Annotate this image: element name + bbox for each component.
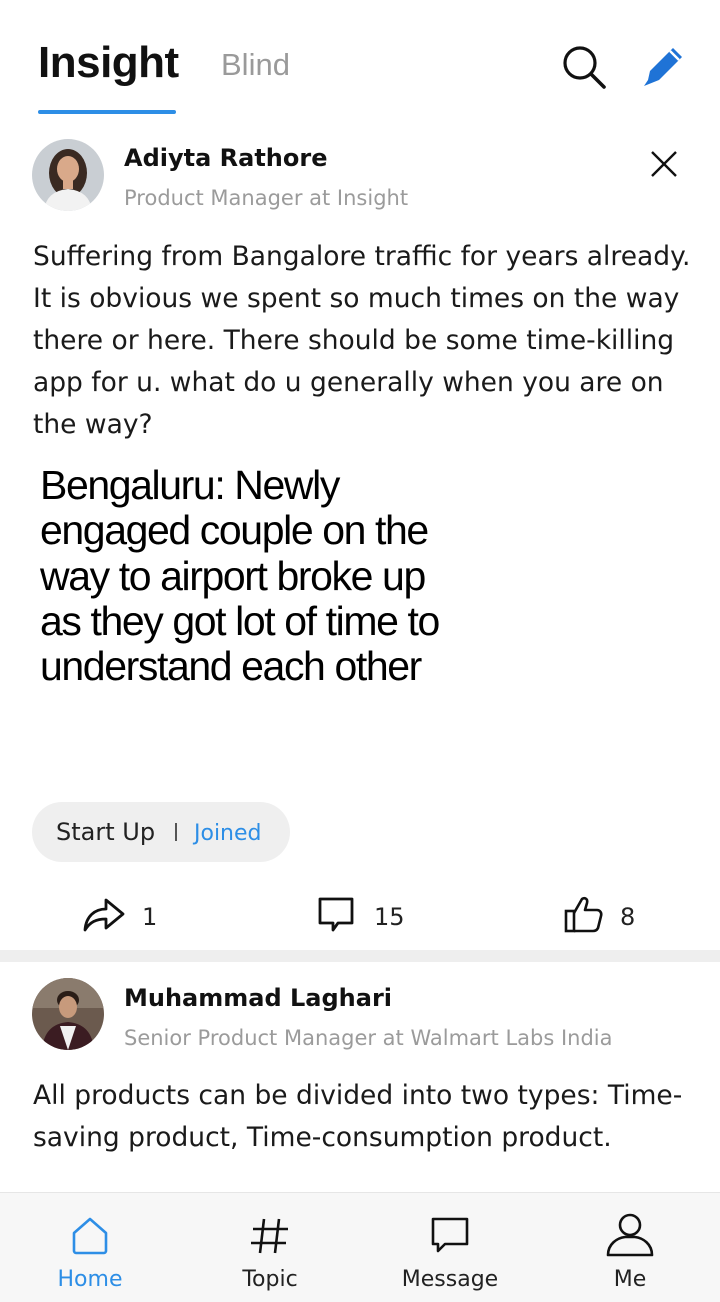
compose-icon[interactable] xyxy=(640,42,688,90)
avatar[interactable] xyxy=(32,139,104,211)
post-divider xyxy=(0,950,720,962)
close-icon[interactable] xyxy=(644,144,684,184)
author-name[interactable]: Adiyta Rathore xyxy=(124,144,327,172)
share-icon xyxy=(83,898,125,932)
nav-label: Me xyxy=(613,1267,647,1292)
nav-label: Home xyxy=(57,1267,123,1292)
nav-label: Topic xyxy=(242,1267,298,1292)
like-count: 8 xyxy=(620,903,636,931)
message-icon xyxy=(431,1217,469,1253)
nav-message[interactable]: Message xyxy=(360,1193,540,1302)
post-image-headline[interactable]: Bengaluru: Newly engaged couple on the w… xyxy=(40,462,460,689)
comment-count: 15 xyxy=(374,903,405,931)
channel-chip[interactable]: Start Up Joined xyxy=(32,802,290,862)
thumbs-up-icon xyxy=(564,896,603,933)
post-card[interactable]: Adiyta Rathore Product Manager at Insigh… xyxy=(0,120,720,950)
active-tab-indicator xyxy=(38,110,176,114)
tab-insight[interactable]: Insight xyxy=(38,38,179,88)
search-icon[interactable] xyxy=(560,42,608,90)
post-card[interactable]: Muhammad Laghari Senior Product Manager … xyxy=(0,962,720,1192)
share-count: 1 xyxy=(142,903,158,931)
top-header: Insight Blind xyxy=(0,0,720,120)
nav-topic[interactable]: Topic xyxy=(180,1193,360,1302)
hashtag-icon xyxy=(251,1218,288,1254)
comment-icon xyxy=(318,897,354,932)
nav-home[interactable]: Home xyxy=(0,1193,180,1302)
author-role: Product Manager at Insight xyxy=(124,186,409,210)
chip-separator xyxy=(175,823,177,841)
post-body[interactable]: Suffering from Bangalore traffic for yea… xyxy=(33,236,693,446)
nav-label: Message xyxy=(401,1267,499,1292)
joined-status: Joined xyxy=(194,821,262,846)
bottom-navigation: Home Topic Message Me xyxy=(0,1192,720,1302)
author-role: Senior Product Manager at Walmart Labs I… xyxy=(124,1026,613,1050)
post-body[interactable]: All products can be divided into two typ… xyxy=(33,1075,693,1159)
home-icon xyxy=(72,1217,108,1255)
nav-me[interactable]: Me xyxy=(540,1193,720,1302)
tab-blind[interactable]: Blind xyxy=(221,47,290,83)
user-icon xyxy=(606,1213,654,1257)
channel-name: Start Up xyxy=(56,818,156,846)
author-name[interactable]: Muhammad Laghari xyxy=(124,984,392,1012)
avatar[interactable] xyxy=(32,978,104,1050)
